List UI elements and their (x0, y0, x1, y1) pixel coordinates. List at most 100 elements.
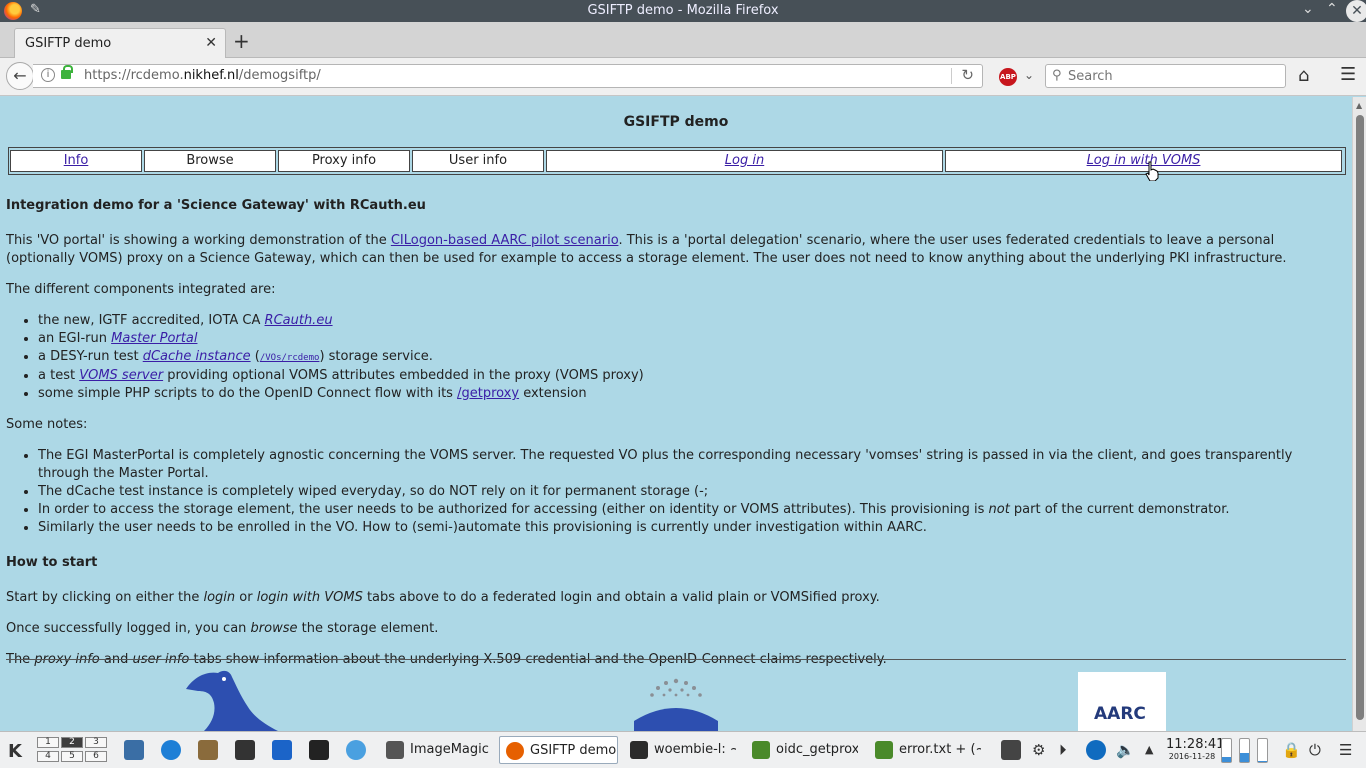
components-list: the new, IGTF accredited, IOTA CA RCauth… (38, 312, 1346, 403)
hp-icon[interactable] (1086, 740, 1106, 760)
scroll-up-icon[interactable]: ▲ (1356, 101, 1362, 110)
main-content: Integration demo for a 'Science Gateway'… (6, 197, 1346, 682)
lock-icon[interactable] (61, 65, 73, 79)
list-item: a test VOMS server providing optional VO… (38, 367, 1346, 385)
search-bar[interactable]: ⚲ (1045, 64, 1286, 88)
url-text[interactable]: https://rcdemo.nikhef.nl/demogsiftp/ (84, 68, 321, 83)
desktop-pager-4[interactable]: 4 (37, 751, 59, 762)
notes-intro: Some notes: (6, 417, 88, 432)
tab-user-info-label: User info (448, 153, 508, 168)
chevron-down-icon[interactable]: ⌄ (1024, 68, 1034, 82)
aarc-pilot-link[interactable]: CILogon-based AARC pilot scenario (391, 233, 619, 248)
camera-icon[interactable] (309, 740, 329, 760)
list-item: a DESY-run test dCache instance (/VOs/rc… (38, 348, 1346, 367)
clock-date: 2016-11-28 (1168, 752, 1216, 761)
new-tab-icon[interactable]: + (233, 29, 250, 53)
task-oidc-getproxy[interactable]: oidc_getprox (746, 736, 858, 764)
rcauth-link[interactable]: RCauth.eu (265, 313, 333, 328)
start-paragraph-1: Start by clicking on either the login or… (6, 590, 880, 605)
egi-logo (634, 678, 718, 731)
kde-launcher-icon[interactable]: K (8, 741, 22, 762)
system-settings-icon[interactable] (198, 740, 218, 760)
minimize-icon[interactable]: ⌄ (1302, 1, 1314, 17)
navigation-bar: ← i https://rcdemo.nikhef.nl/demogsiftp/… (0, 58, 1366, 96)
tab-strip: GSIFTP demo ✕ + (0, 22, 1366, 59)
hamburger-menu-icon[interactable]: ☰ (1340, 64, 1356, 85)
desktop-pager-3[interactable]: 3 (85, 737, 107, 748)
close-window-button[interactable]: ✕ (1346, 0, 1366, 22)
list-item: some simple PHP scripts to do the OpenID… (38, 385, 1346, 403)
intro-paragraph: This 'VO portal' is showing a working de… (6, 233, 1287, 266)
search-input[interactable] (1068, 67, 1278, 85)
scrollbar-thumb[interactable] (1356, 115, 1364, 720)
sail-app-icon[interactable] (272, 740, 292, 760)
home-icon[interactable]: ⌂ (1298, 65, 1309, 86)
dcache-link[interactable]: dCache instance (143, 349, 251, 364)
desktop-pager-2[interactable]: 2 (61, 737, 83, 748)
editor-icon (752, 740, 770, 759)
terminal-icon (630, 740, 648, 759)
tab-log-in[interactable]: Log in (546, 150, 943, 172)
info-icon[interactable]: i (41, 68, 55, 82)
file-manager-icon[interactable] (124, 740, 144, 760)
imagemagick-icon (386, 740, 404, 759)
vos-rcdemo-link[interactable]: /VOs/rcdemo (260, 353, 320, 363)
task-error-txt[interactable]: error.txt + (~ (869, 736, 981, 764)
desktop-pager-6[interactable]: 6 (85, 751, 107, 762)
notes-list: The EGI MasterPortal is completely agnos… (38, 447, 1346, 537)
url-separator (951, 68, 952, 84)
voms-server-link[interactable]: VOMS server (79, 368, 163, 383)
list-item: Similarly the user needs to be enrolled … (38, 519, 1346, 537)
network-icon[interactable] (346, 740, 366, 760)
master-portal-link[interactable]: Master Portal (111, 331, 197, 346)
media-play-icon[interactable]: ⏵ (1059, 741, 1067, 759)
tab-proxy-info[interactable]: Proxy info (278, 150, 410, 172)
memory-monitor (1239, 738, 1250, 763)
desktop-pager-5[interactable]: 5 (61, 751, 83, 762)
url-bar[interactable]: i https://rcdemo.nikhef.nl/demogsiftp/ ↻ (33, 64, 983, 88)
firefox-task-icon (506, 741, 524, 760)
desktop-pager-1[interactable]: 1 (37, 737, 59, 748)
tab-log-in-link[interactable]: Log in (725, 153, 764, 168)
power-icon[interactable]: ⏻ (1309, 741, 1321, 759)
window-title: GSIFTP demo - Mozilla Firefox (587, 3, 779, 18)
clock[interactable]: 11:28:41 2016-11-28 (1166, 737, 1224, 762)
lock-screen-icon[interactable]: 🔒 (1282, 741, 1301, 759)
volume-icon[interactable]: 🔈 (1116, 741, 1135, 759)
tray-tool-icon[interactable]: ⚙ (1032, 741, 1045, 759)
list-item: an EGI-run Master Portal (38, 330, 1346, 348)
tab-browse[interactable]: Browse (144, 150, 276, 172)
taskbar: K 1 2 3 4 5 6 ImageMagick GSIFTP demo wo… (0, 731, 1366, 768)
bird-logo (186, 670, 278, 731)
adblock-icon[interactable]: ABP (999, 68, 1017, 86)
getproxy-link[interactable]: /getproxy (457, 386, 519, 401)
tray-monitor-icon[interactable] (1001, 740, 1021, 760)
tab-title: GSIFTP demo (25, 36, 112, 51)
close-tab-icon[interactable]: ✕ (205, 35, 217, 51)
url-domain: nikhef.nl (183, 68, 239, 83)
back-button[interactable]: ← (6, 62, 34, 90)
window-titlebar: ✎ GSIFTP demo - Mozilla Firefox ⌄ ⌃ ✕ (0, 0, 1366, 22)
maximize-icon[interactable]: ⌃ (1326, 1, 1338, 17)
task-imagemagick[interactable]: ImageMagick (380, 736, 490, 764)
page-title: GSIFTP demo (623, 114, 729, 130)
task-gsiftp-demo[interactable]: GSIFTP demo (499, 736, 618, 764)
browser-icon[interactable] (161, 740, 181, 760)
url-prefix: https://rcdemo. (84, 68, 184, 83)
tab-user-info[interactable]: User info (412, 150, 544, 172)
divider (6, 659, 1346, 660)
editor-icon (875, 740, 893, 759)
browser-tab[interactable]: GSIFTP demo ✕ (14, 28, 226, 59)
tab-info-link[interactable]: Info (64, 153, 89, 168)
text-editor-icon[interactable] (235, 740, 255, 760)
tab-info[interactable]: Info (10, 150, 142, 172)
tab-proxy-info-label: Proxy info (311, 153, 377, 168)
task-terminal[interactable]: woembie-l: ~ (624, 736, 736, 764)
page-scrollbar[interactable]: ▲ (1352, 97, 1366, 731)
start-paragraph-2: Once successfully logged in, you can bro… (6, 621, 439, 636)
tray-expand-icon[interactable]: ▲ (1145, 743, 1153, 756)
panel-menu-icon[interactable]: ☰ (1339, 741, 1352, 759)
search-icon: ⚲ (1052, 68, 1062, 83)
aarc-logo: AARC (1078, 672, 1166, 731)
reload-icon[interactable]: ↻ (961, 66, 974, 84)
